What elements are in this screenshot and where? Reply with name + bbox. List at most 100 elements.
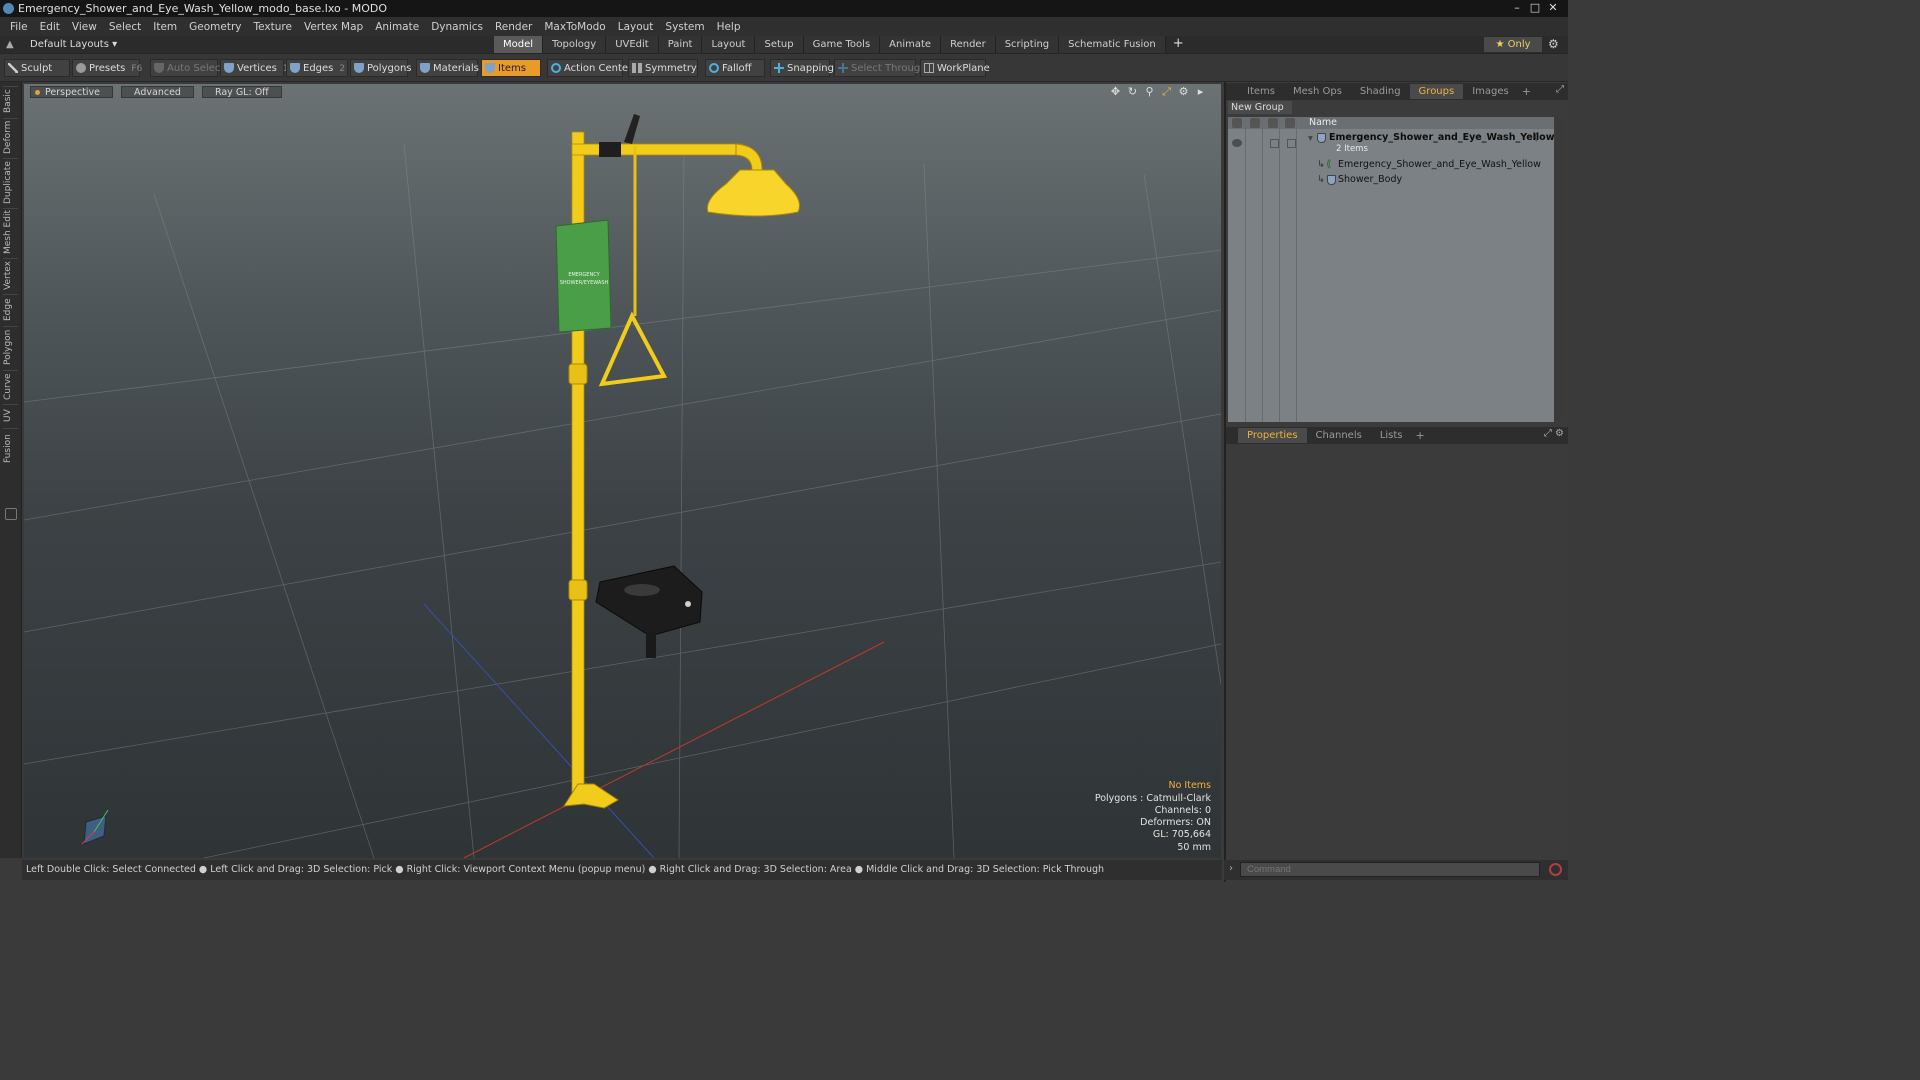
- shading-mode-dropdown[interactable]: Advanced: [121, 85, 194, 98]
- tab-scripting[interactable]: Scripting: [995, 36, 1060, 53]
- symmetry-button[interactable]: Symmetry: [628, 59, 698, 77]
- group-row[interactable]: ▾ Emergency_Shower_and_Eye_Wash_Yellow (…: [1228, 131, 1554, 157]
- tab-setup[interactable]: Setup: [755, 36, 804, 53]
- menu-edit[interactable]: Edit: [34, 21, 66, 33]
- maximize-icon[interactable]: □: [1526, 0, 1544, 15]
- add-properties-tab-button[interactable]: +: [1412, 429, 1429, 442]
- fit-icon[interactable]: ⤢: [1160, 85, 1173, 99]
- groups-list-scrollbar[interactable]: [1556, 117, 1566, 422]
- left-tab-polygon[interactable]: Polygon: [3, 326, 18, 368]
- menu-item[interactable]: Item: [147, 21, 183, 33]
- render-column-icon[interactable]: [1250, 118, 1260, 128]
- lock-column-icon[interactable]: [1268, 118, 1278, 128]
- zoom-icon[interactable]: ⚲: [1143, 85, 1156, 99]
- only-button[interactable]: ★ Only: [1484, 37, 1542, 52]
- tab-paint[interactable]: Paint: [658, 36, 703, 53]
- vertices-button[interactable]: Vertices1: [220, 59, 289, 77]
- sculpt-button[interactable]: Sculpt: [4, 59, 70, 77]
- raygl-dropdown[interactable]: Ray GL: Off: [201, 85, 282, 98]
- tab-layout[interactable]: Layout: [702, 36, 756, 53]
- panel-expand-icon[interactable]: ⤢: [1556, 84, 1564, 95]
- menu-dynamics[interactable]: Dynamics: [425, 21, 489, 33]
- new-group-button[interactable]: New Group: [1228, 101, 1292, 114]
- gl-info: GL: 705,664: [1152, 829, 1211, 841]
- left-tab-fusion[interactable]: Fusion: [3, 428, 18, 468]
- left-tab-curve[interactable]: Curve: [3, 370, 18, 402]
- command-input[interactable]: [1240, 862, 1540, 877]
- tab-uvedit[interactable]: UVEdit: [606, 36, 659, 53]
- tab-groups[interactable]: Groups: [1409, 84, 1464, 99]
- left-tab-edge[interactable]: Edge: [3, 294, 18, 324]
- left-tab-vertex[interactable]: Vertex: [3, 258, 18, 292]
- command-stop-icon[interactable]: [1549, 863, 1562, 876]
- polygons-button[interactable]: Polygons: [350, 59, 412, 77]
- select-column-icon[interactable]: [1285, 118, 1295, 128]
- visibility-column-icon[interactable]: [1232, 118, 1242, 128]
- tab-channels[interactable]: Channels: [1307, 428, 1371, 443]
- tab-game-tools[interactable]: Game Tools: [803, 36, 881, 53]
- tab-properties[interactable]: Properties: [1238, 428, 1307, 443]
- add-tab-button[interactable]: +: [1166, 36, 1191, 53]
- items-button[interactable]: Items: [481, 59, 541, 77]
- left-tab-mesh-edit[interactable]: Mesh Edit: [3, 208, 18, 256]
- command-history-arrow-icon[interactable]: ›: [1229, 863, 1233, 874]
- left-tab-uv[interactable]: UV: [3, 404, 18, 426]
- 3d-viewport[interactable]: EMERGENCY SHOWER/EYEWASH Perspective Adv…: [24, 84, 1221, 858]
- falloff-button[interactable]: Falloff: [705, 59, 765, 77]
- menu-geometry[interactable]: Geometry: [183, 21, 247, 33]
- menu-view[interactable]: View: [66, 21, 103, 33]
- left-tab-duplicate[interactable]: Duplicate: [3, 158, 18, 206]
- menu-help[interactable]: Help: [711, 21, 747, 33]
- presets-button[interactable]: Presets F6: [72, 59, 142, 77]
- add-panel-tab-button[interactable]: +: [1518, 85, 1535, 98]
- close-icon[interactable]: ✕: [1544, 0, 1562, 15]
- lock-checkbox[interactable]: [1270, 139, 1279, 148]
- select-checkbox[interactable]: [1287, 139, 1296, 148]
- tab-mesh-ops[interactable]: Mesh Ops: [1284, 84, 1351, 99]
- layout-selector-label: Default Layouts ▾: [30, 39, 118, 50]
- expand-arrow-icon[interactable]: ▾: [1308, 133, 1313, 144]
- left-tab-deform[interactable]: Deform: [3, 118, 18, 156]
- view-mode-dropdown[interactable]: Perspective: [30, 85, 114, 98]
- menu-system[interactable]: System: [659, 21, 710, 33]
- viewport-expand-icon[interactable]: ▸: [1194, 85, 1207, 99]
- menu-render[interactable]: Render: [489, 21, 538, 33]
- auto-select-button[interactable]: Auto Select: [150, 59, 224, 77]
- menu-select[interactable]: Select: [103, 21, 147, 33]
- tab-schematic-fusion[interactable]: Schematic Fusion: [1059, 36, 1166, 53]
- tab-items[interactable]: Items: [1238, 84, 1284, 99]
- select-through-button[interactable]: Select Through: [834, 59, 927, 77]
- tab-shading[interactable]: Shading: [1351, 84, 1410, 99]
- viewport-gear-icon[interactable]: ⚙: [1177, 85, 1190, 99]
- name-column-header[interactable]: Name: [1309, 117, 1337, 129]
- left-tab-basic[interactable]: Basic: [3, 86, 18, 116]
- menu-animate[interactable]: Animate: [369, 21, 425, 33]
- action-center-button[interactable]: Action Center: [547, 59, 632, 77]
- panel-toggle-icon[interactable]: [5, 508, 17, 520]
- tab-topology[interactable]: Topology: [543, 36, 607, 53]
- properties-expand-icon[interactable]: ⤢ ⚙: [1544, 428, 1564, 439]
- menu-texture[interactable]: Texture: [248, 21, 298, 33]
- tab-animate[interactable]: Animate: [880, 36, 942, 53]
- list-item[interactable]: ↳ Shower_Body: [1228, 173, 1554, 188]
- layout-selector[interactable]: ▲ Default Layouts ▾: [4, 36, 117, 53]
- menu-file[interactable]: File: [4, 21, 34, 33]
- menu-vertex-map[interactable]: Vertex Map: [298, 21, 369, 33]
- list-item[interactable]: ↳ ⟪ Emergency_Shower_and_Eye_Wash_Yellow: [1228, 158, 1554, 173]
- minimize-icon[interactable]: –: [1508, 0, 1526, 15]
- pan-icon[interactable]: ✥: [1109, 85, 1122, 99]
- rotate-icon[interactable]: ↻: [1126, 85, 1139, 99]
- menu-maxtomodo[interactable]: MaxToModo: [538, 21, 611, 33]
- edges-button[interactable]: Edges 2: [286, 59, 348, 77]
- tab-lists[interactable]: Lists: [1371, 428, 1412, 443]
- gear-icon[interactable]: ⚙: [1548, 36, 1559, 53]
- tab-model[interactable]: Model: [494, 36, 544, 53]
- menu-layout[interactable]: Layout: [612, 21, 660, 33]
- materials-button[interactable]: Materials: [416, 59, 479, 77]
- tab-images[interactable]: Images: [1463, 84, 1518, 99]
- tab-render[interactable]: Render: [941, 36, 996, 53]
- workplane-button[interactable]: WorkPlane: [920, 59, 990, 77]
- snapping-button[interactable]: Snapping: [770, 59, 834, 77]
- collapse-arrow-icon[interactable]: ▲: [6, 36, 14, 53]
- eye-icon[interactable]: [1232, 139, 1242, 147]
